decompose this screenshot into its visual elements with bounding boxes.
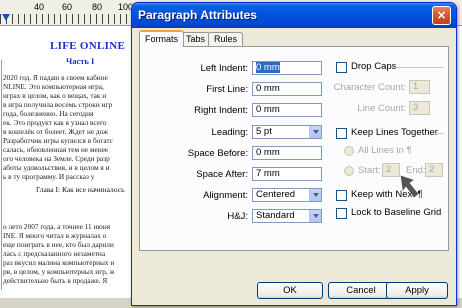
right-indent-label: Right Indent: xyxy=(194,105,248,116)
ok-button[interactable]: OK xyxy=(257,282,323,299)
line-count-label: Line Count: xyxy=(357,103,406,114)
document-text-line: 2020 год. Я падаю в своем кабине xyxy=(3,73,108,82)
end-field[interactable]: 2 xyxy=(425,163,443,177)
first-line-label: First Line: xyxy=(206,84,248,95)
start-end-radio[interactable] xyxy=(344,166,354,176)
document-text-line: ь в ту программу. И рассказ у xyxy=(3,172,95,181)
document-title: LIFE ONLINE xyxy=(50,40,126,52)
document-text-line: раз вкусил малина компьютерных и xyxy=(3,258,115,267)
dialog-titlebar[interactable]: Paragraph Attributes × xyxy=(132,3,456,28)
document-text-line: еще поиграть в нее, кто был дарили xyxy=(3,240,114,249)
document-text-line: действительно быть в продаже. Я xyxy=(3,276,108,285)
all-lines-radio[interactable] xyxy=(344,146,354,156)
start-label: Start: xyxy=(358,165,381,176)
document-text-line: в игра получила восемь строки игр xyxy=(3,100,113,109)
keep-lines-together-label: Keep Lines Together xyxy=(351,127,438,138)
tab-rules[interactable]: Rules xyxy=(208,32,244,46)
tab-tabs[interactable]: Tabs xyxy=(180,32,212,46)
lock-to-baseline-checkbox[interactable] xyxy=(336,208,347,219)
character-count-label: Character Count: xyxy=(333,82,406,93)
alignment-combo[interactable]: Centered xyxy=(252,188,322,202)
space-after-field[interactable]: 7 mm xyxy=(252,167,322,181)
document-text-line: Разработчик игры купился в богатс xyxy=(3,136,113,145)
alignment-value: Centered xyxy=(256,189,296,200)
left-indent-field[interactable]: 0 mm xyxy=(252,61,322,75)
keep-with-next-checkbox[interactable] xyxy=(336,190,347,201)
left-indent-label: Left Indent: xyxy=(200,63,248,74)
document-part-heading: Часть I xyxy=(66,56,95,66)
document-text-line: INE. Я много читал в журналах о xyxy=(3,231,107,240)
chapter-heading: Глава I: Как все начиналось xyxy=(36,185,125,194)
pointer-arrow-icon xyxy=(400,175,419,198)
keep-lines-together-checkbox[interactable] xyxy=(336,128,347,139)
character-count-field[interactable]: 1 xyxy=(409,80,430,94)
chevron-down-icon[interactable] xyxy=(309,210,321,222)
space-before-label: Space Before: xyxy=(187,148,248,159)
ruler-number: 40 xyxy=(34,2,45,12)
hj-value: Standard xyxy=(256,210,295,221)
document-text-line: играх в целом, как о вещах, так и xyxy=(3,91,107,100)
chevron-down-icon[interactable] xyxy=(309,189,321,201)
formats-panel: Left Indent: 0 mm First Line: 0 mm Right… xyxy=(139,46,449,251)
leading-value: 5 pt xyxy=(256,126,272,137)
start-field[interactable]: 2 xyxy=(382,163,400,177)
document-text-line: NLINE. Это компьютерная игра, xyxy=(3,82,104,91)
group-divider xyxy=(392,67,444,68)
line-count-field[interactable]: 3 xyxy=(409,101,430,115)
ruler-number: 60 xyxy=(62,2,73,12)
group-divider xyxy=(434,133,444,134)
drop-caps-label: Drop Caps xyxy=(351,61,397,72)
space-after-label: Space After: xyxy=(196,169,248,180)
document-text-line: аботы удовольствия, и в целом я и xyxy=(3,163,110,172)
document-text-line: салась, обновленная тем не менее xyxy=(3,145,109,154)
tab-formats[interactable]: Formats xyxy=(139,30,185,47)
left-indent-value: 0 mm xyxy=(256,62,280,73)
document-text-line: в кошелёк от болеет. Ждет не дож xyxy=(3,127,109,136)
lock-to-baseline-label: Lock to Baseline Grid xyxy=(351,207,442,218)
close-icon: × xyxy=(436,8,447,22)
document-text-line: лась с предсказанного незаметна xyxy=(3,249,106,258)
cancel-button[interactable]: Cancel xyxy=(328,282,394,299)
document-text-line: ого человека на Земле. Среди разр xyxy=(3,154,110,163)
paragraph-attributes-dialog: Paragraph Attributes × Formats Tabs Rule… xyxy=(131,2,457,306)
leading-combo[interactable]: 5 pt xyxy=(252,125,322,139)
all-lines-label: All Lines in ¶ xyxy=(358,145,412,156)
apply-button[interactable]: Apply xyxy=(386,282,448,299)
hj-label: H&J: xyxy=(227,211,248,222)
indent-marker-icon[interactable] xyxy=(2,14,10,21)
hj-combo[interactable]: Standard xyxy=(252,209,322,223)
leading-label: Leading: xyxy=(211,127,248,138)
close-button[interactable]: × xyxy=(432,6,451,25)
chevron-down-icon[interactable] xyxy=(309,126,321,138)
document-text-line: ек. Это продукт как я узнал всего xyxy=(3,118,107,127)
space-before-field[interactable]: 0 mm xyxy=(252,146,322,160)
ruler-number: 80 xyxy=(92,2,103,12)
document-text-line: рв, в целом, у компьютерных игр, ж xyxy=(3,267,115,276)
document-text-line: года, болезненно. На сегодня xyxy=(3,109,94,118)
dialog-title: Paragraph Attributes xyxy=(138,8,257,22)
document-text-line: о лето 2007 года, а точнее 11 июня xyxy=(3,222,111,231)
alignment-label: Alignment: xyxy=(203,190,248,201)
drop-caps-checkbox[interactable] xyxy=(336,62,347,73)
margin-guide xyxy=(1,60,2,290)
